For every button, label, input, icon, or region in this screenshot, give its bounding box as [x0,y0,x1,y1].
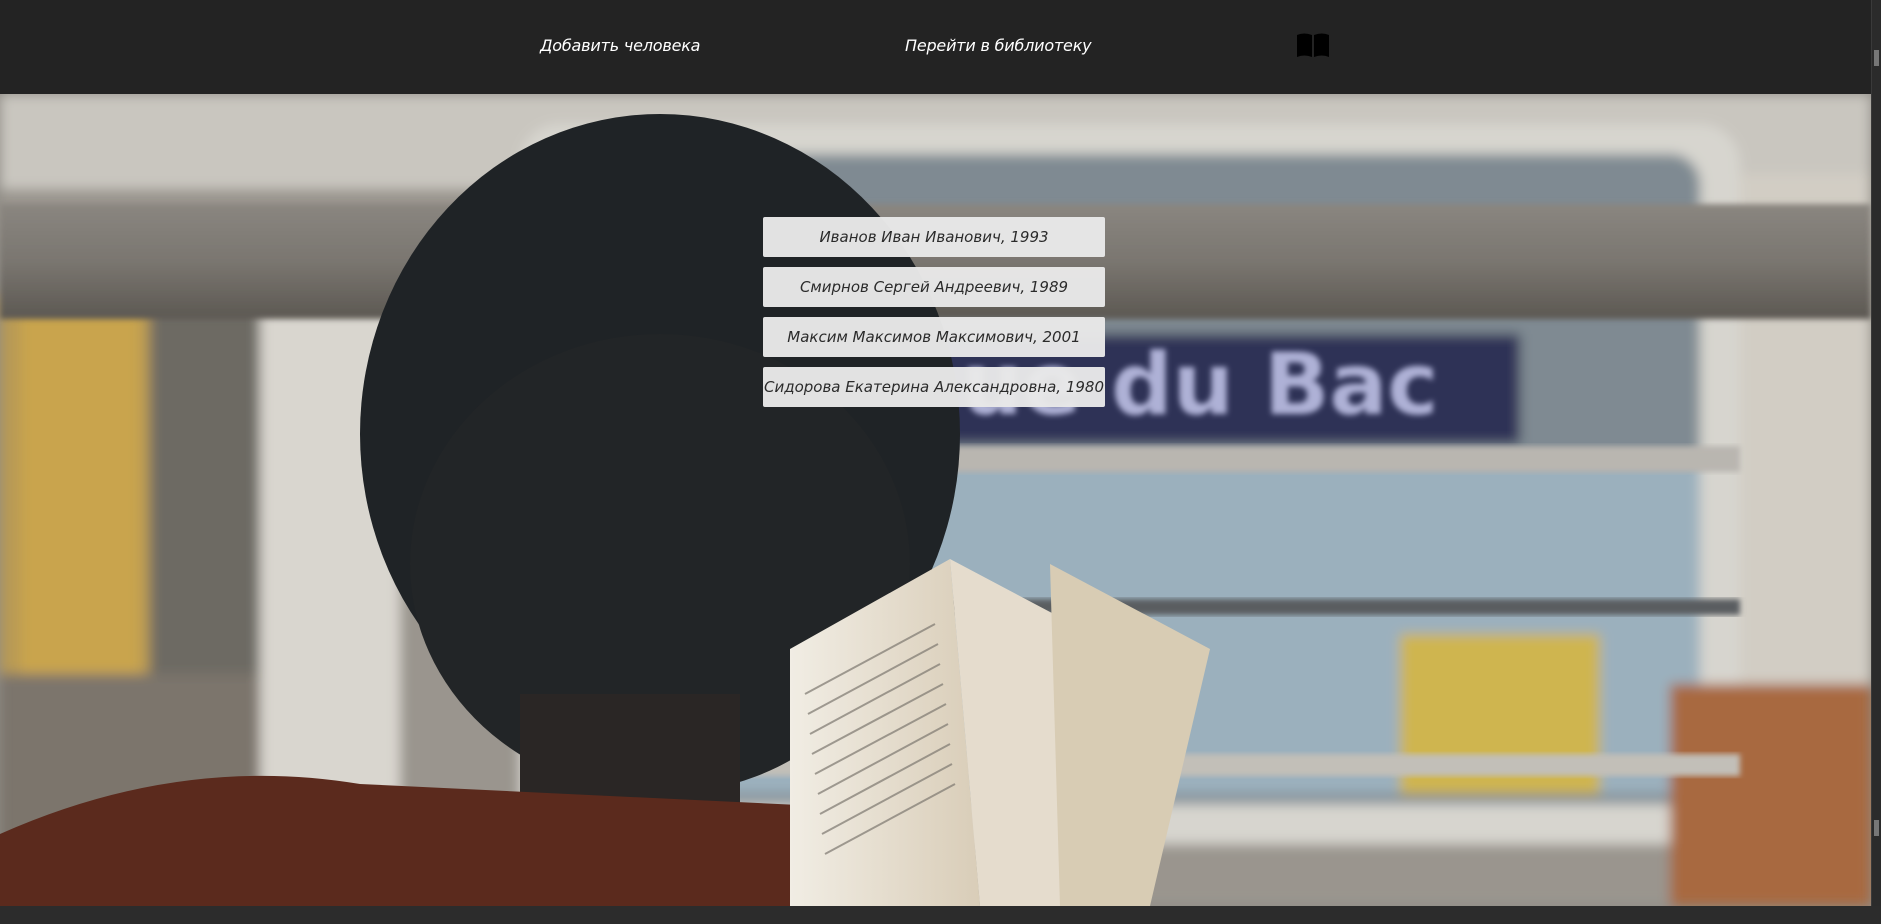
go-to-library-link[interactable]: Перейти в библиотеку [905,36,1092,55]
hero-background: ue du Bac Иванов Иван Иванович, 1993 Сми… [0,94,1871,906]
people-list: Иванов Иван Иванович, 1993 Смирнов Серге… [763,217,1105,417]
bottom-strip [0,906,1881,924]
open-book-icon[interactable] [1296,32,1330,58]
add-person-link[interactable]: Добавить человека [540,36,700,55]
background-photo: ue du Bac [0,94,1871,906]
person-item[interactable]: Сидорова Екатерина Александровна, 1980 [763,367,1105,407]
page: Добавить человека Перейти в библиотеку u… [0,0,1881,924]
scroll-handle[interactable] [1874,820,1879,836]
person-item[interactable]: Максим Максимов Максимович, 2001 [763,317,1105,357]
top-navbar: Добавить человека Перейти в библиотеку [0,0,1871,94]
person-item[interactable]: Смирнов Сергей Андреевич, 1989 [763,267,1105,307]
person-item[interactable]: Иванов Иван Иванович, 1993 [763,217,1105,257]
scroll-handle[interactable] [1874,50,1879,66]
side-scrollbar[interactable] [1871,0,1881,906]
